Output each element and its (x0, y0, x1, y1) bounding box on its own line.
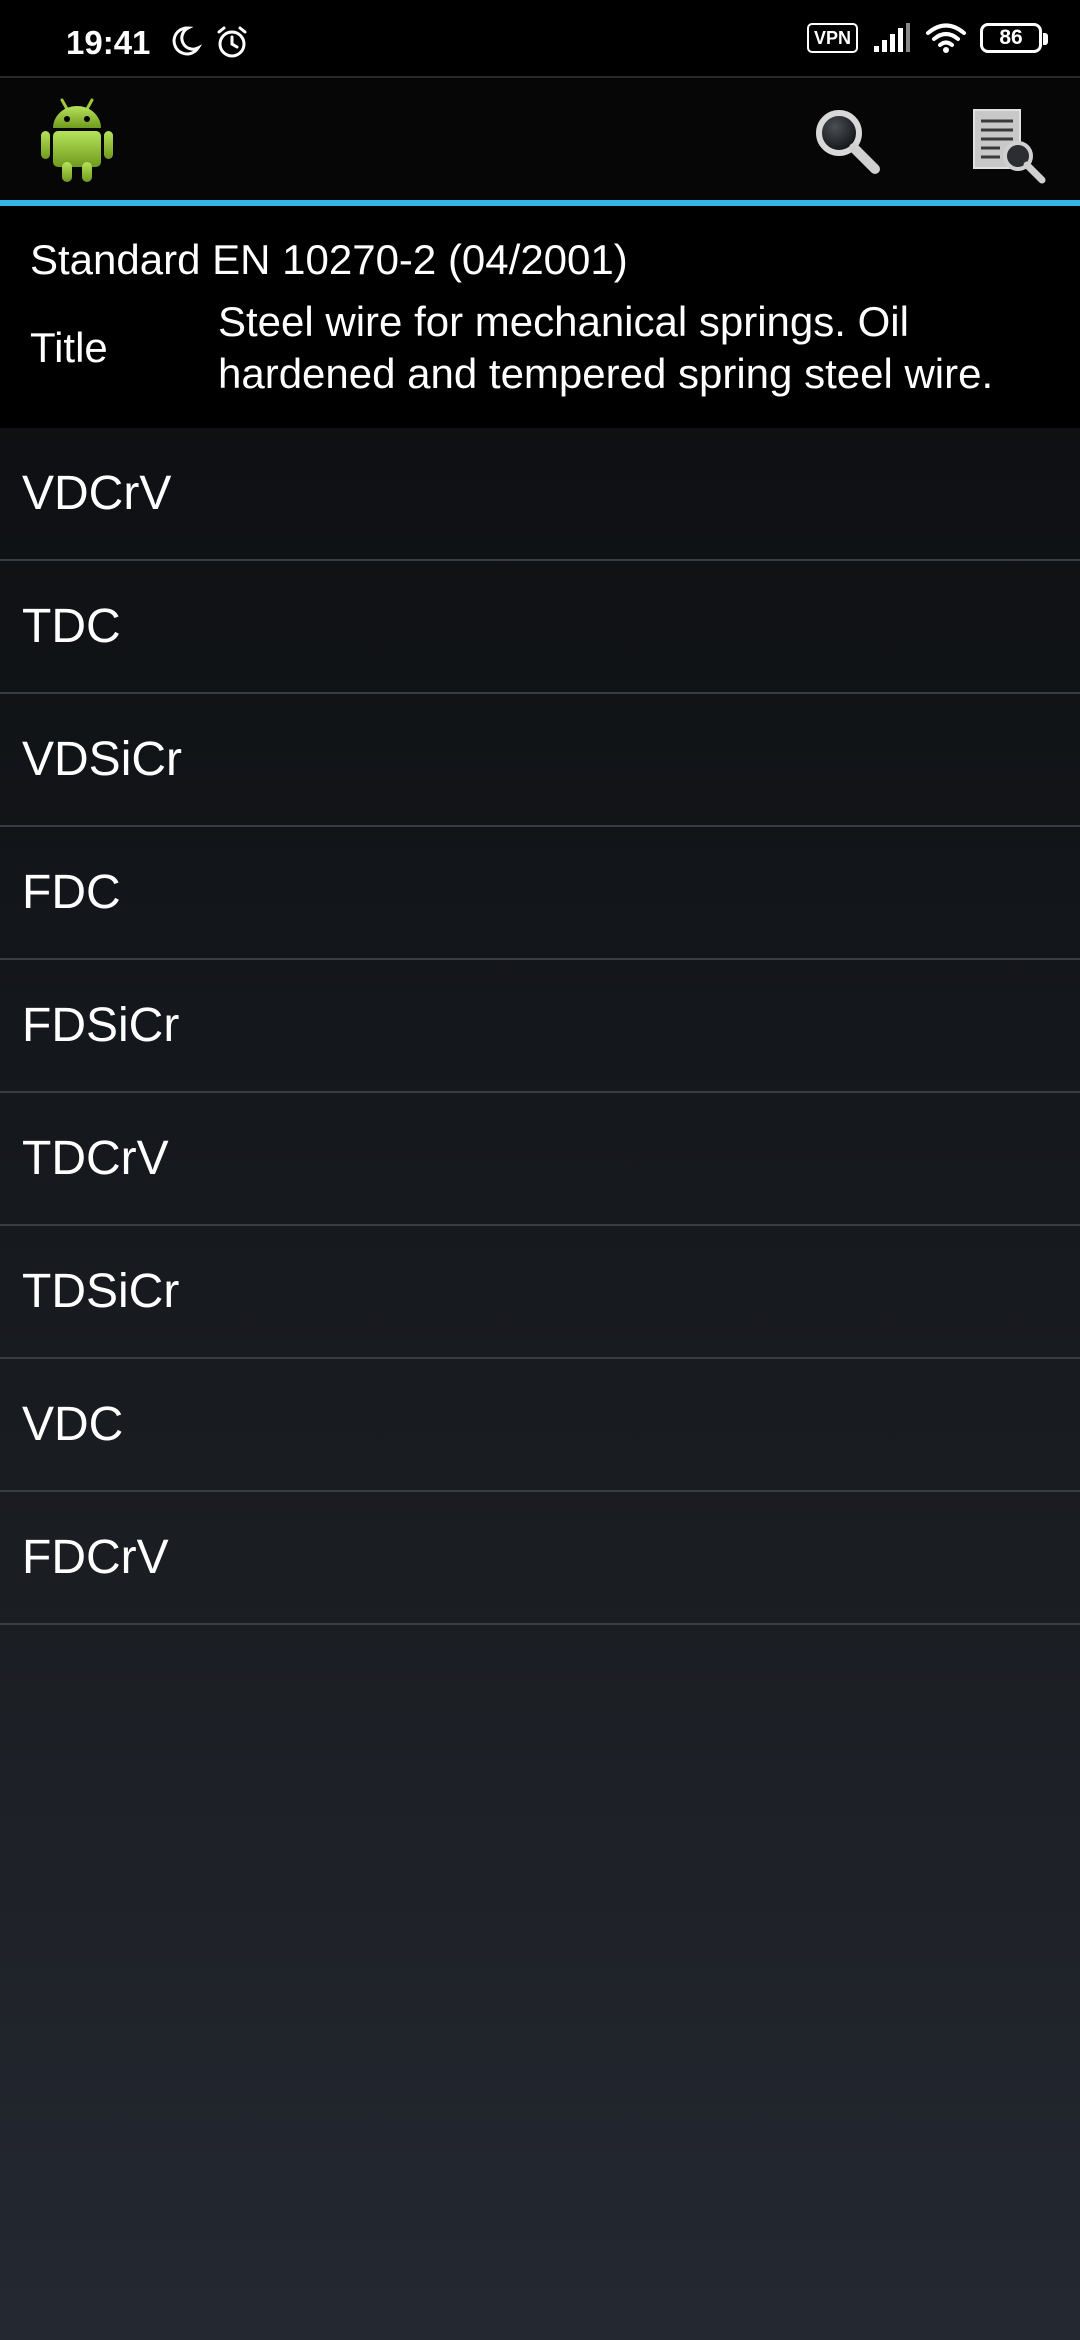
search-icon[interactable] (812, 106, 882, 176)
standard-header: Standard EN 10270-2 (04/2001) Title Stee… (0, 206, 1080, 428)
android-app-icon[interactable] (38, 96, 116, 184)
list-item-tdcrv[interactable]: TDCrV (0, 1093, 1080, 1226)
status-time: 19:41 (66, 24, 151, 61)
list-item-vdc[interactable]: VDC (0, 1359, 1080, 1492)
list-item-label: VDC (22, 1398, 124, 1451)
list-item-label: FDC (22, 866, 121, 919)
list-item-vdsicr[interactable]: VDSiCr (0, 694, 1080, 827)
standard-number: Standard EN 10270-2 (04/2001) (30, 236, 628, 283)
list-item-vdcrv[interactable]: VDCrV (0, 428, 1080, 561)
list-item-label: FDCrV (22, 1531, 169, 1584)
alarm-icon (217, 26, 247, 58)
status-left-icons (168, 24, 250, 60)
list-item-label: TDC (22, 600, 121, 653)
battery-level: 86 (999, 26, 1023, 49)
vpn-badge: VPN (806, 23, 858, 53)
document-search-icon[interactable] (970, 106, 1050, 186)
list-item-tdc[interactable]: TDC (0, 561, 1080, 694)
title-value: Steel wire for mechanical springs. Oil h… (218, 298, 994, 397)
grade-list: VDCrV TDC VDSiCr FDC FDSiCr TDCrV TDSiCr… (0, 428, 1080, 1625)
list-item-fdc[interactable]: FDC (0, 827, 1080, 960)
list-item-fdsicr[interactable]: FDSiCr (0, 960, 1080, 1093)
list-item-label: TDSiCr (22, 1265, 180, 1318)
list-item-label: FDSiCr (22, 999, 180, 1052)
list-item-tdsicr[interactable]: TDSiCr (0, 1226, 1080, 1359)
list-item-label: TDCrV (22, 1132, 169, 1185)
status-bar: 19:41 VPN 86 (0, 0, 1080, 78)
action-bar (0, 78, 1080, 200)
signal-icon (874, 23, 910, 52)
list-item-label: VDCrV (22, 467, 172, 520)
list-item-label: VDSiCr (22, 733, 183, 786)
battery-icon: 86 (980, 23, 1048, 53)
title-label: Title (30, 324, 108, 371)
list-item-fdcrv[interactable]: FDCrV (0, 1492, 1080, 1625)
moon-icon (172, 26, 202, 56)
wifi-icon (926, 23, 966, 53)
status-right-icons: VPN 86 (806, 22, 1048, 54)
